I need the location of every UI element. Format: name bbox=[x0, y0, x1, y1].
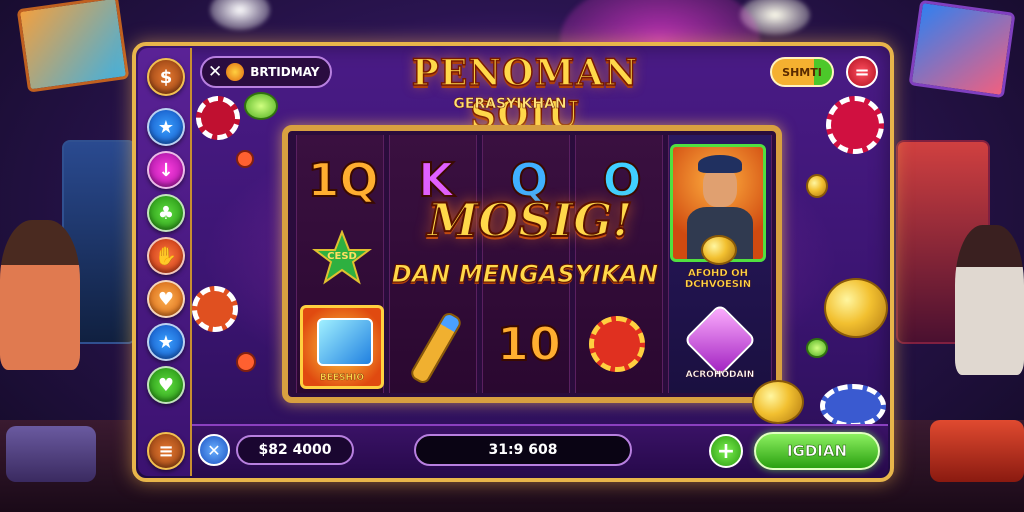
win-banner-line2: DAN MENGASYIKAN bbox=[391, 260, 659, 289]
logo-icon[interactable]: $ bbox=[147, 58, 185, 96]
wall-poster bbox=[16, 0, 130, 93]
badge-text: CESD bbox=[327, 250, 357, 262]
golden-wand-icon bbox=[404, 310, 468, 386]
heart-icon[interactable]: ♥ bbox=[147, 280, 185, 318]
player-tag[interactable]: ✕ BRTIDMAY bbox=[200, 56, 332, 88]
fruit-icon bbox=[226, 63, 245, 81]
gem-box-icon bbox=[317, 318, 373, 366]
bet-value: 31:9 608 bbox=[488, 442, 558, 458]
gem-caption: ACROHODAIN bbox=[685, 370, 755, 380]
close-icon: ✕ bbox=[207, 440, 221, 460]
balance-display: $82 4000 bbox=[236, 435, 354, 465]
gem-box-caption: BEESHIO bbox=[319, 373, 365, 383]
poker-chip bbox=[820, 384, 886, 428]
spin-button[interactable]: IGDIAN bbox=[754, 432, 880, 470]
player-name: BRTIDMAY bbox=[250, 65, 320, 79]
game-subtitle: GERASYIKHAN bbox=[453, 96, 567, 113]
cancel-button[interactable]: ✕ bbox=[198, 434, 230, 466]
heart-icon[interactable]: ♥ bbox=[147, 366, 185, 404]
toggle-label: SHMTI bbox=[782, 65, 822, 79]
balance-value: $82 4000 bbox=[258, 442, 332, 458]
poker-chip bbox=[192, 286, 238, 332]
poker-chip-symbol bbox=[589, 316, 645, 372]
table-block bbox=[6, 426, 96, 482]
character-caption: AFOHD OH DCHVOESIN bbox=[684, 268, 752, 290]
close-icon[interactable]: ✕ bbox=[208, 62, 222, 82]
win-banner-line1: MOSIG! bbox=[426, 192, 633, 248]
hand-icon[interactable]: ✋ bbox=[147, 237, 185, 275]
purple-gem-icon bbox=[683, 303, 757, 377]
arrow-down-icon[interactable]: ↓ bbox=[147, 151, 185, 189]
game-title: PENOMAN SOIU bbox=[411, 51, 639, 137]
plus-icon: + bbox=[716, 438, 736, 464]
wall-poster bbox=[908, 0, 1016, 99]
coin bbox=[806, 174, 828, 198]
star-icon[interactable]: ★ bbox=[147, 108, 185, 146]
coin bbox=[752, 380, 804, 424]
spin-label: IGDIAN bbox=[786, 442, 848, 461]
coin bbox=[236, 352, 256, 372]
poker-chip bbox=[826, 96, 884, 154]
gem-tile bbox=[676, 303, 764, 378]
mode-toggle[interactable]: SHMTI bbox=[770, 57, 834, 87]
player-right bbox=[955, 225, 1024, 375]
character-tile bbox=[670, 144, 766, 265]
leaf-icon[interactable]: ♣ bbox=[147, 194, 185, 232]
star-icon[interactable]: ★ bbox=[147, 323, 185, 361]
player-left bbox=[0, 220, 80, 370]
menu-icon[interactable]: ≡ bbox=[147, 432, 185, 470]
coin bbox=[806, 338, 828, 358]
symbol-10: 10 bbox=[496, 316, 562, 372]
menu-button[interactable]: = bbox=[846, 56, 878, 88]
character-face bbox=[703, 167, 737, 207]
symbol-1q: 1Q bbox=[306, 152, 379, 208]
stage-light bbox=[210, 0, 270, 30]
table-block bbox=[930, 420, 1024, 482]
bet-display: 31:9 608 bbox=[414, 434, 632, 466]
coin bbox=[236, 150, 254, 168]
add-bet-button[interactable]: + bbox=[709, 434, 743, 468]
menu-icon: = bbox=[854, 61, 870, 83]
character-cap bbox=[698, 155, 742, 173]
coin bbox=[244, 92, 278, 120]
coin bbox=[824, 278, 888, 338]
coin-icon bbox=[701, 235, 737, 265]
